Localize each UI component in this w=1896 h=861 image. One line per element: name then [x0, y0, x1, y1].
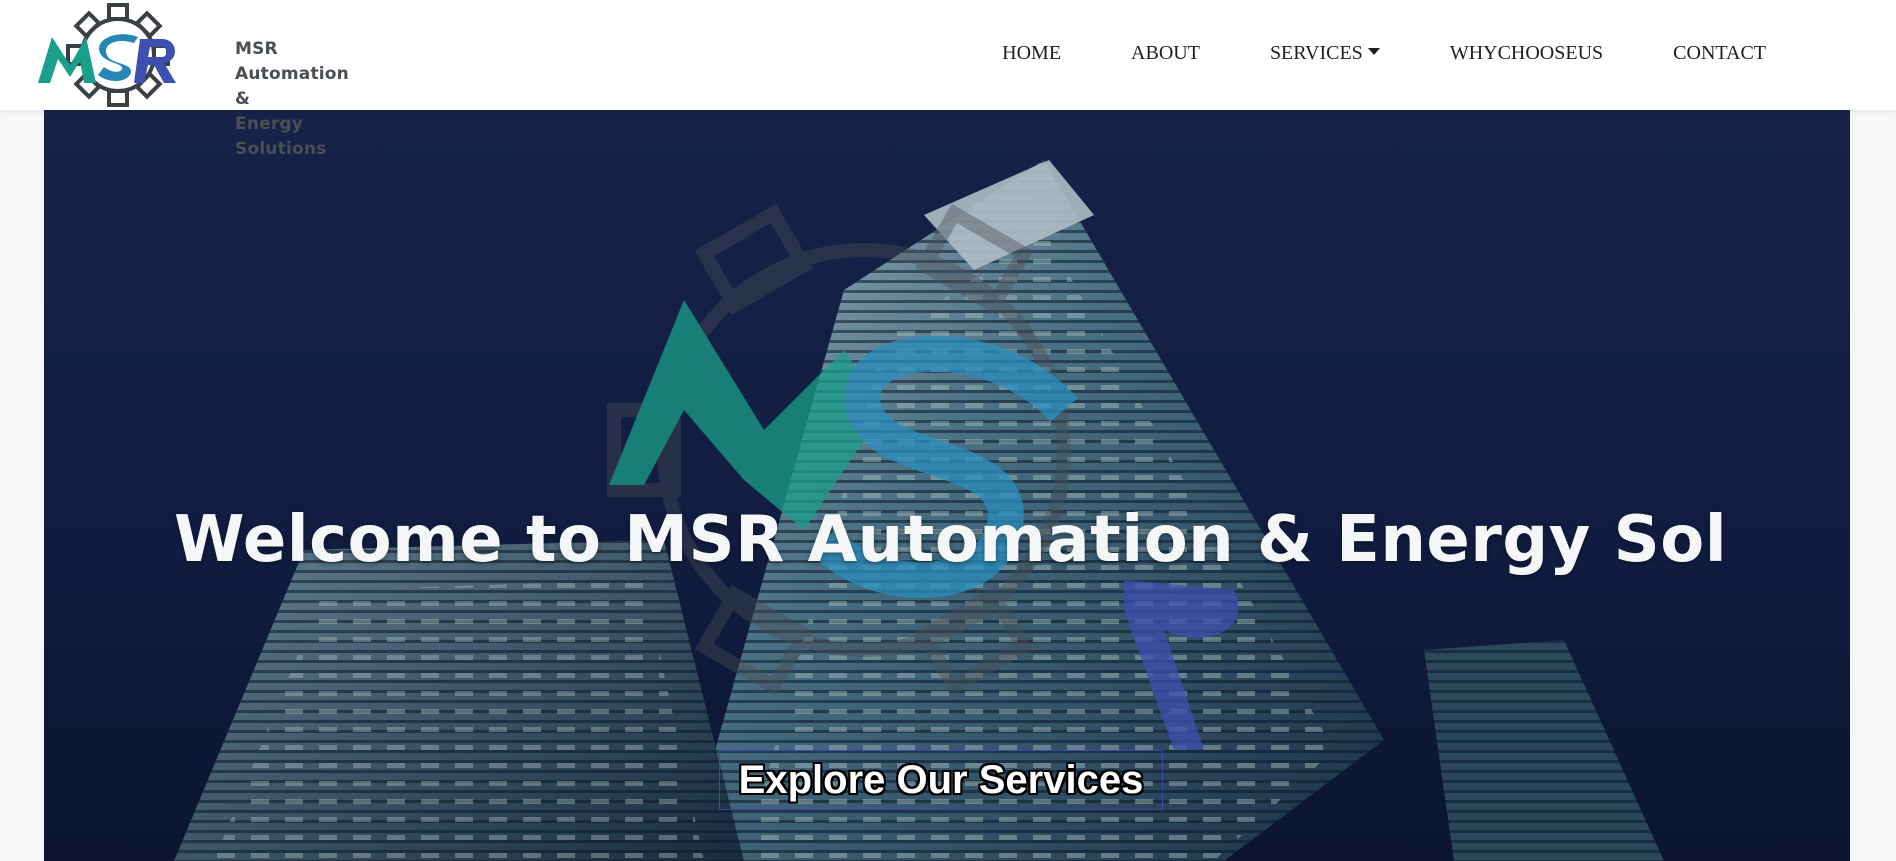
explore-services-button[interactable]: Explore Our Services — [719, 750, 1163, 810]
nav-services-dropdown[interactable]: SERVICES — [1270, 42, 1380, 65]
hero-title: Welcome to MSR Automation & Energy Sol — [174, 503, 1728, 577]
brand-name: MSR Automation & Energy Solutions — [235, 37, 358, 162]
nav-contact-link[interactable]: CONTACT — [1673, 42, 1766, 65]
hero-banner: Welcome to MSR Automation & Energy Sol E… — [44, 110, 1850, 861]
main-nav: HOME ABOUT SERVICES WHYCHOOSEUS CONTACT — [932, 42, 1766, 65]
nav-whychooseus-link[interactable]: WHYCHOOSEUS — [1450, 42, 1603, 65]
site-logo[interactable]: MSR Automation & Energy Solutions — [38, 3, 358, 159]
nav-about-link[interactable]: ABOUT — [1131, 42, 1200, 65]
nav-services-label: SERVICES — [1269, 42, 1363, 64]
hero-background-image — [44, 110, 1850, 861]
brand-name-line1: MSR Automation & — [235, 39, 349, 109]
site-navbar: MSR Automation & Energy Solutions HOME A… — [0, 0, 1896, 159]
brand-name-line2: Energy Solutions — [235, 114, 327, 159]
caret-down-icon — [1367, 48, 1380, 55]
nav-home-link[interactable]: HOME — [1002, 42, 1061, 65]
